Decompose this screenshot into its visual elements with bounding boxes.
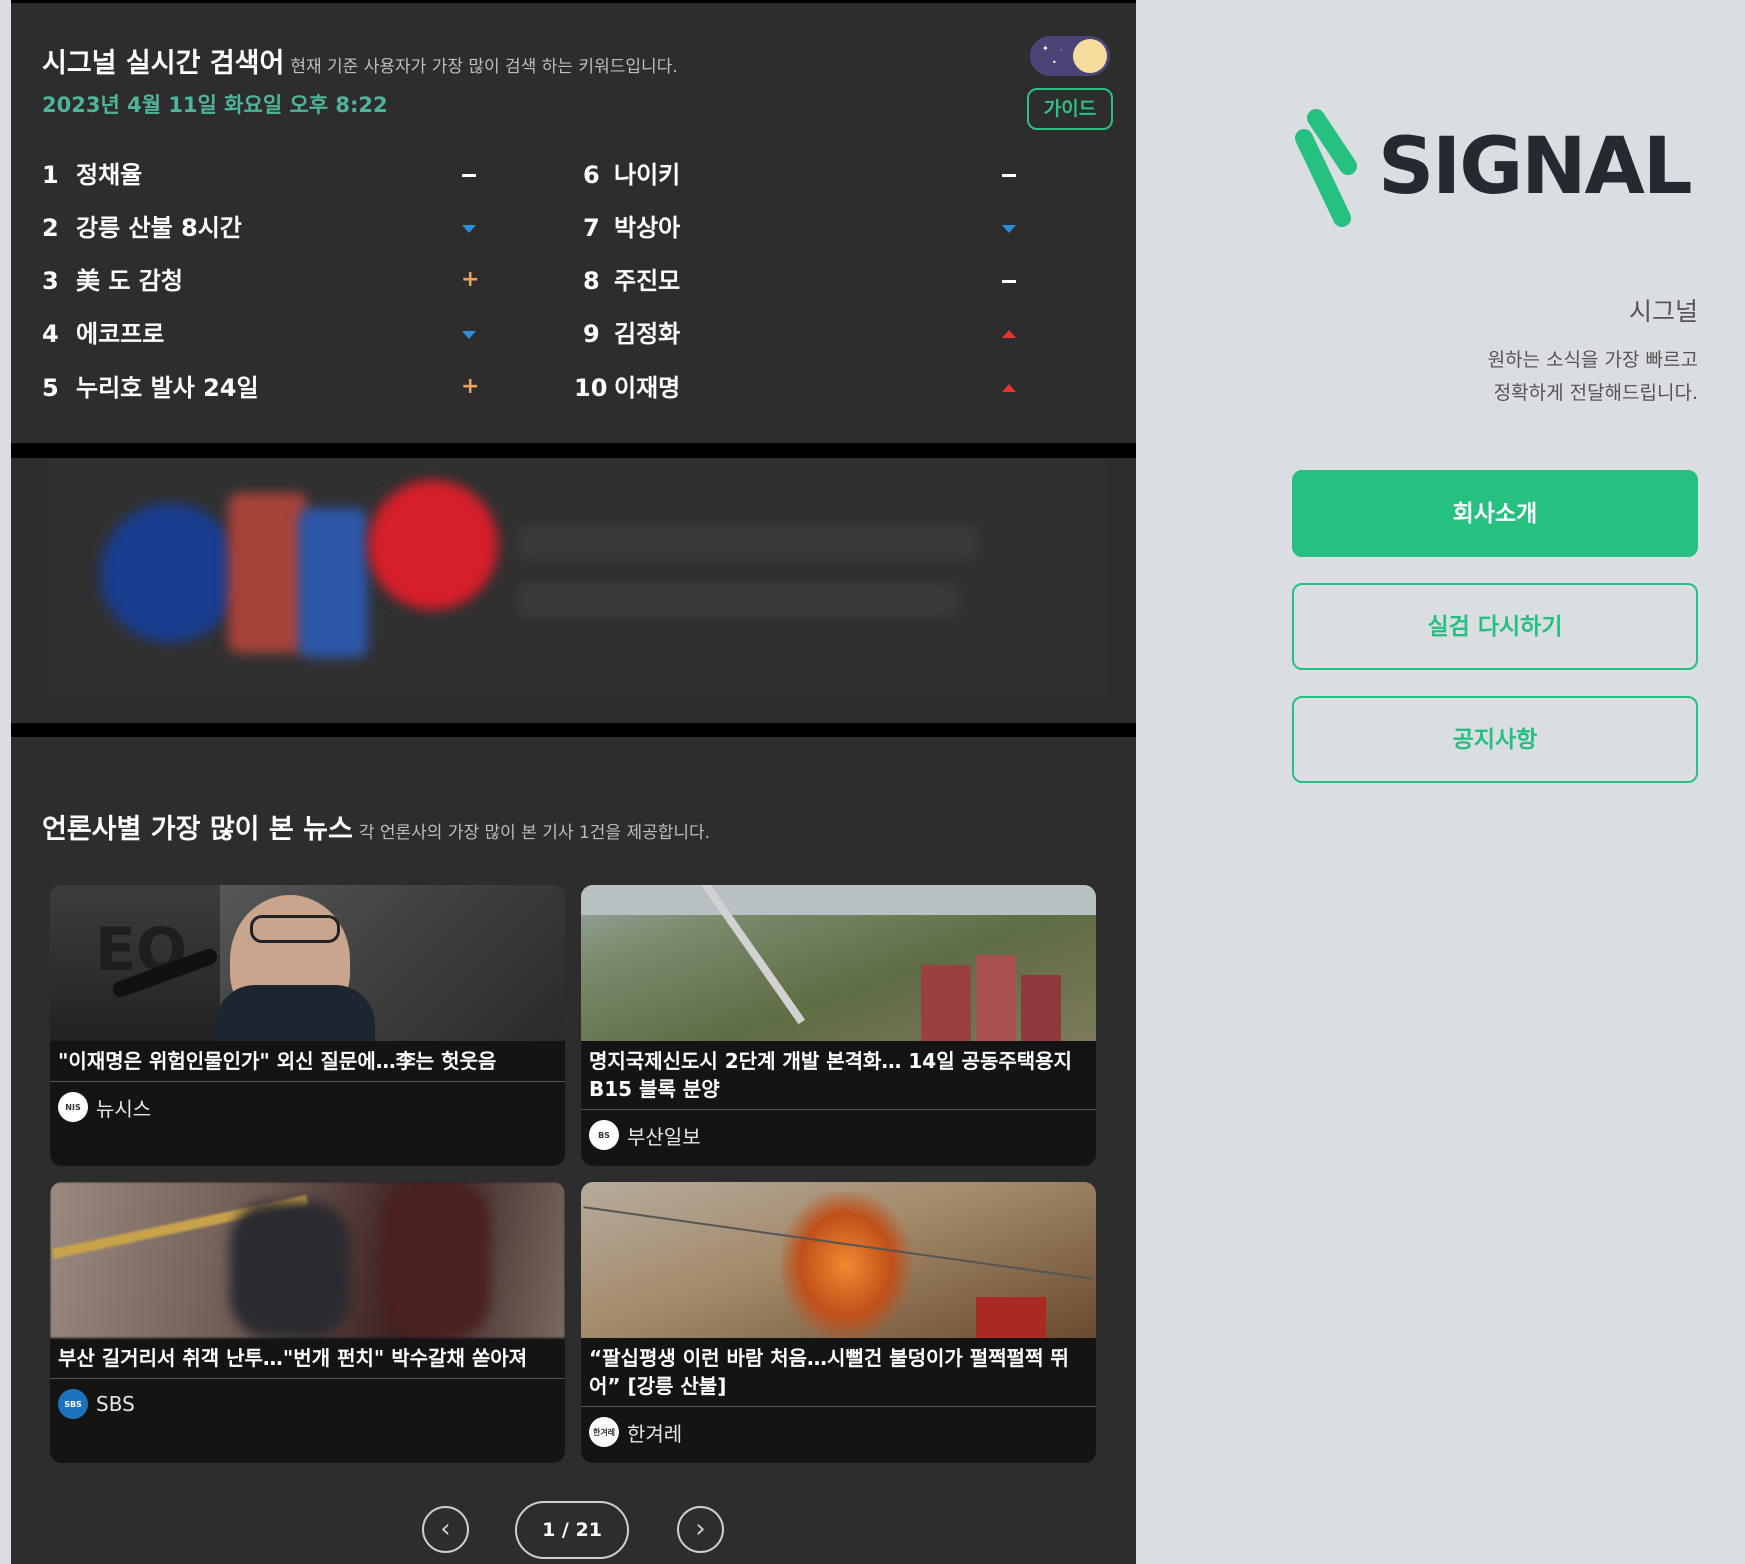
news-headline[interactable]: "이재명은 위험인물인가" 외신 질문에…李는 헛웃음: [50, 1041, 565, 1082]
busan-ilbo-logo-icon: BS: [589, 1120, 619, 1150]
chevron-left-icon: ‹: [440, 1514, 451, 1544]
keyword-item[interactable]: 10 이재명: [574, 373, 680, 403]
news-thumbnail: EO: [50, 885, 565, 1041]
news-headline[interactable]: “팔십평생 이런 바람 처음…시뻘건 불덩이가 펄쩍펄쩍 뛰어” [강릉 산불]: [581, 1338, 1096, 1407]
sbs-logo-icon: SBS: [58, 1389, 88, 1419]
keyword-item[interactable]: 2 강릉 산불 8시간: [42, 213, 242, 243]
news-title: 언론사별 가장 많이 본 뉴스 각 언론사의 가장 많이 본 기사 1건을 제공합…: [42, 814, 711, 845]
star-icon: ·: [1060, 46, 1063, 55]
signal-logo[interactable]: SIGNAL: [1290, 106, 1710, 236]
dark-mode-toggle[interactable]: ✦ • ·: [1030, 36, 1110, 76]
keyword-item[interactable]: 7 박상아: [574, 213, 680, 243]
news-source: SBS SBS: [50, 1379, 565, 1429]
sidebar-desc-line2: 정확하게 전달해드립니다.: [1493, 382, 1698, 404]
left-edge: [0, 0, 11, 1564]
trend-down-icon: [461, 221, 477, 237]
news-subtitle: 각 언론사의 가장 많이 본 기사 1건을 제공합니다.: [358, 823, 711, 843]
page-indicator: 1 / 21: [515, 1501, 629, 1559]
hankyoreh-logo-icon: 한겨레: [589, 1417, 619, 1447]
news-card[interactable]: 명지국제신도시 2단계 개발 본격화… 14일 공동주택용지 B15 블록 분양…: [581, 885, 1096, 1166]
moon-icon: [1073, 39, 1107, 73]
trend-new-icon: +: [461, 374, 480, 399]
news-card[interactable]: “팔십평생 이런 바람 처음…시뻘건 불덩이가 펄쩍펄쩍 뛰어” [강릉 산불]…: [581, 1182, 1096, 1463]
keyword-item[interactable]: 5 누리호 발사 24일: [42, 373, 259, 403]
rank-subtitle: 현재 기준 사용자가 가장 많이 검색 하는 키워드입니다.: [290, 57, 678, 77]
news-source: BS 부산일보: [581, 1110, 1096, 1160]
keyword-item[interactable]: 1 정채율: [42, 160, 142, 190]
news-source: NIS 뉴시스: [50, 1082, 565, 1132]
ad-text-blur: [518, 583, 958, 617]
prev-page-button[interactable]: ‹: [422, 1506, 469, 1553]
star-icon: ✦: [1042, 44, 1049, 53]
ad-text-blur: [518, 526, 978, 560]
chevron-right-icon: ›: [695, 1514, 706, 1544]
star-icon: •: [1052, 58, 1057, 67]
rank-title: 시그널 실시간 검색어 현재 기준 사용자가 가장 많이 검색 하는 키워드입니다…: [42, 48, 678, 79]
trend-same-icon: [1001, 167, 1017, 183]
keyword-item[interactable]: 9 김정화: [574, 319, 680, 349]
ad-blob: [228, 493, 308, 653]
news-headline[interactable]: 명지국제신도시 2단계 개발 본격화… 14일 공동주택용지 B15 블록 분양: [581, 1041, 1096, 1110]
news-card[interactable]: 부산 길거리서 취객 난투…"번개 펀치" 박수갈채 쏟아져 SBS SBS: [50, 1182, 565, 1463]
keyword-item[interactable]: 8 주진모: [574, 266, 680, 296]
sidebar-desc-line1: 원하는 소식을 가장 빠르고: [1487, 349, 1698, 371]
about-company-button[interactable]: 회사소개: [1292, 470, 1698, 557]
trend-up-icon: [1001, 381, 1017, 397]
ad-image: [48, 458, 1106, 698]
trend-up-icon: [1001, 327, 1017, 343]
realtime-keywords-panel: 시그널 실시간 검색어 현재 기준 사용자가 가장 많이 검색 하는 키워드입니다…: [11, 3, 1136, 443]
trend-down-icon: [1001, 221, 1017, 237]
news-card[interactable]: EO "이재명은 위험인물인가" 외신 질문에…李는 헛웃음 NIS 뉴시스: [50, 885, 565, 1166]
signal-mark-icon: [1295, 109, 1357, 227]
trend-same-icon: [461, 167, 477, 183]
sidebar-title: 시그널: [1628, 297, 1698, 326]
notice-button[interactable]: 공지사항: [1292, 696, 1698, 783]
ad-blob: [100, 503, 240, 643]
next-page-button[interactable]: ›: [677, 1506, 724, 1553]
news-source: 한겨레 한겨레: [581, 1407, 1096, 1457]
ad-blob: [298, 508, 368, 658]
ad-banner[interactable]: [11, 458, 1136, 723]
news-thumbnail: [50, 1182, 565, 1338]
news-thumbnail: [581, 1182, 1096, 1338]
keyword-item[interactable]: 3美 도 감청: [42, 266, 183, 296]
signal-wordmark: SIGNAL: [1378, 122, 1693, 212]
keyword-item[interactable]: 6 나이키: [574, 160, 680, 190]
trend-same-icon: [1001, 273, 1017, 289]
news-headline[interactable]: 부산 길거리서 취객 난투…"번개 펀치" 박수갈채 쏟아져: [50, 1338, 565, 1379]
ad-blob: [368, 480, 498, 610]
trend-down-icon: [461, 327, 477, 343]
retry-search-button[interactable]: 실검 다시하기: [1292, 583, 1698, 670]
keyword-item[interactable]: 4 에코프로: [42, 319, 164, 349]
trend-new-icon: +: [461, 267, 480, 292]
rank-datetime: 2023년 4월 11일 화요일 오후 8:22: [42, 93, 388, 117]
newsis-logo-icon: NIS: [58, 1092, 88, 1122]
top-news-panel: 언론사별 가장 많이 본 뉴스 각 언론사의 가장 많이 본 기사 1건을 제공합…: [11, 737, 1136, 1564]
guide-button[interactable]: 가이드: [1027, 88, 1113, 130]
news-thumbnail: [581, 885, 1096, 1041]
